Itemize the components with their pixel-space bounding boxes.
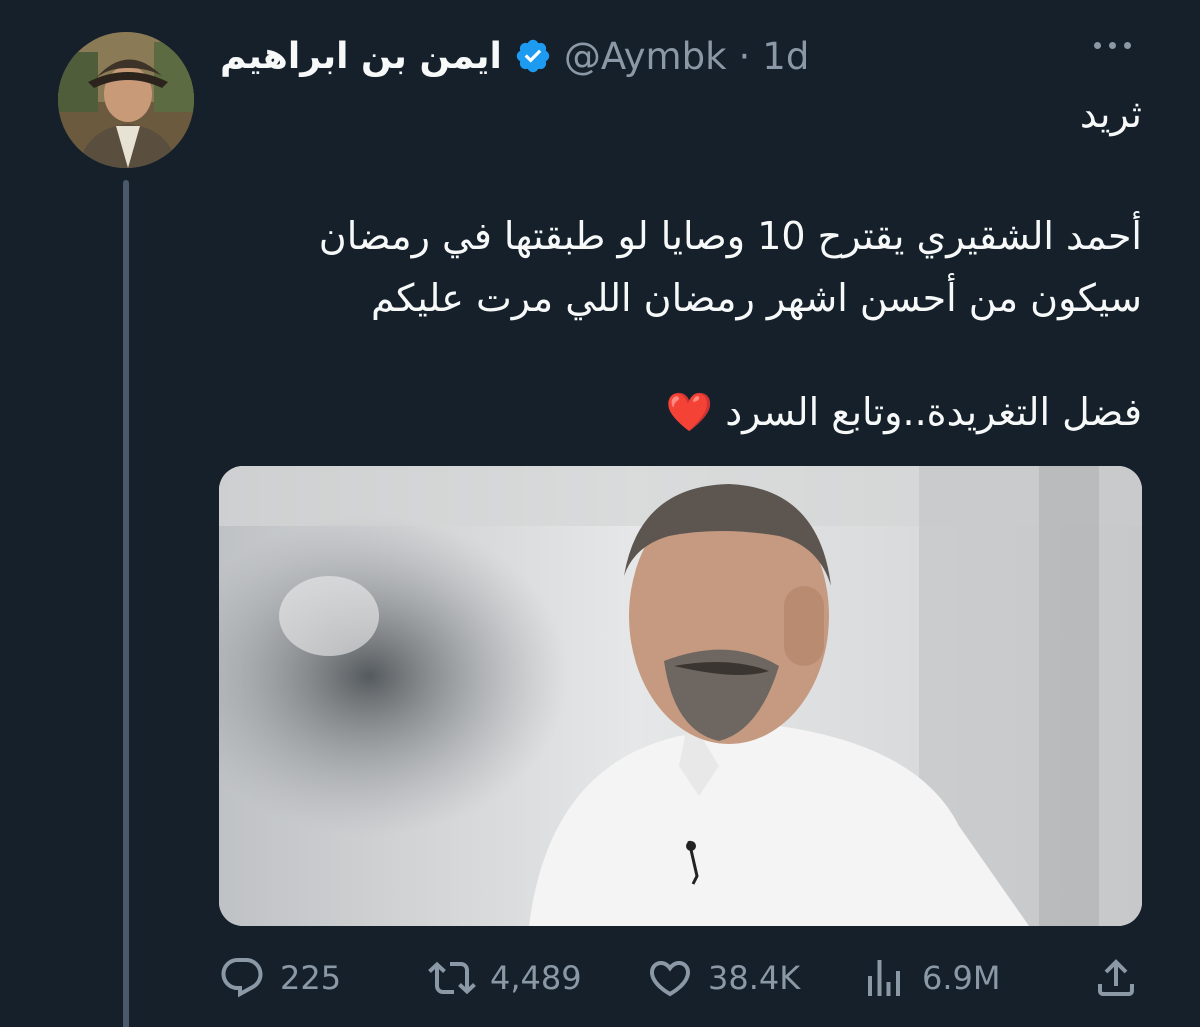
- like-button[interactable]: 38.4K: [646, 948, 800, 1008]
- views-count: 6.9M: [922, 959, 1001, 997]
- reply-icon: [221, 958, 263, 998]
- action-bar: 225 4,489 38.4K 6.9M: [218, 948, 1148, 1008]
- tweet-text-line-2: أحمد الشقيري يقترح 10 وصايا لو طبقتها في…: [318, 214, 1142, 258]
- like-count: 38.4K: [708, 959, 801, 997]
- share-button[interactable]: [1092, 948, 1140, 1008]
- tweet-media-image[interactable]: [219, 466, 1142, 926]
- avatar-photo: [58, 32, 194, 168]
- tweet-header: ايمن بن ابراهيم @Aymbk · 1d: [220, 28, 809, 84]
- heart-emoji: ❤️: [665, 390, 714, 434]
- views-icon: [868, 960, 900, 996]
- retweet-count: 4,489: [490, 959, 582, 997]
- media-photo: [219, 466, 1142, 926]
- separator-dot: ·: [738, 34, 751, 78]
- tweet-text-line-4-text: فضل التغريدة..وتابع السرد: [725, 390, 1142, 434]
- like-icon: [649, 961, 691, 997]
- tweet-text-line-1: ثريد: [1079, 92, 1142, 136]
- retweet-icon: [428, 961, 476, 995]
- retweet-button[interactable]: 4,489: [428, 948, 582, 1008]
- reply-count: 225: [280, 959, 342, 997]
- timestamp[interactable]: 1d: [762, 35, 809, 78]
- verified-badge-icon: [516, 39, 550, 73]
- tweet-text-line-3: سيكون من أحسن اشهر رمضان اللي مرت عليكم: [370, 276, 1142, 320]
- author-handle[interactable]: @Aymbk: [564, 35, 727, 78]
- tweet[interactable]: ايمن بن ابراهيم @Aymbk · 1d ثريد أحمد ال…: [0, 0, 1200, 1027]
- more-icon[interactable]: [1094, 42, 1131, 49]
- reply-button[interactable]: 225: [218, 948, 341, 1008]
- thread-line: [123, 180, 129, 1027]
- avatar[interactable]: [58, 32, 194, 168]
- share-icon: [1098, 959, 1134, 996]
- tweet-text-line-4: فضل التغريدة..وتابع السرد ❤️: [220, 382, 1142, 442]
- display-name[interactable]: ايمن بن ابراهيم: [220, 36, 502, 77]
- views-button[interactable]: 6.9M: [860, 948, 1001, 1008]
